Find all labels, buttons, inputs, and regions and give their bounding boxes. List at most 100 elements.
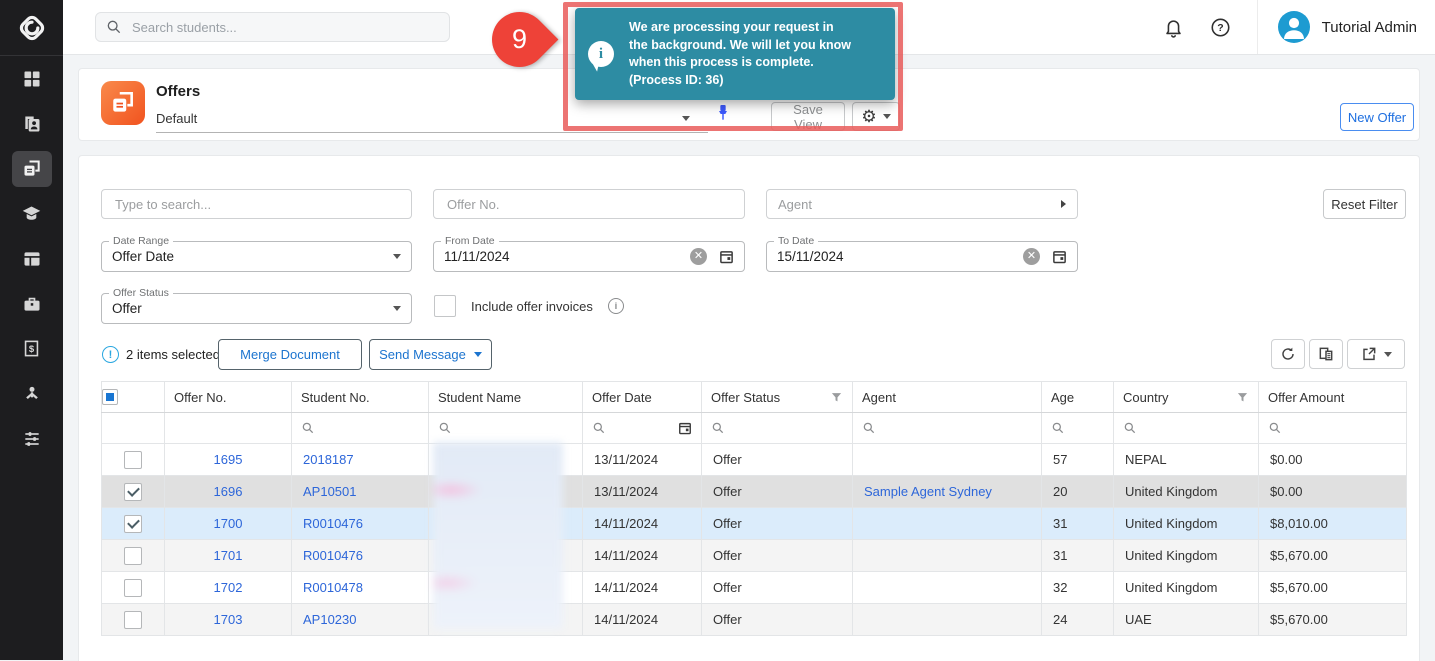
column-header-student-name[interactable]: Student Name [429,382,583,413]
student-no-link[interactable]: R0010478 [303,580,363,595]
clear-date-icon[interactable]: ✕ [1023,248,1040,265]
cell-select[interactable] [102,604,165,636]
cell-select[interactable] [102,572,165,604]
offer-no-link[interactable]: 1695 [214,452,243,467]
student-no-link[interactable]: R0010476 [303,548,363,563]
filter-cell-student-name[interactable] [429,413,583,444]
cell-offer-status: Offer [702,508,853,540]
filter-funnel-icon[interactable] [830,391,843,404]
sidebar-item-jobs[interactable] [0,281,63,326]
agent-dropdown[interactable]: Agent [766,189,1078,219]
help-icon[interactable]: ? [1210,17,1231,38]
column-header-offer-amount[interactable]: Offer Amount [1259,382,1407,413]
column-header-offer-no-[interactable]: Offer No. [165,382,292,413]
row-checkbox[interactable] [124,483,142,501]
student-no-link[interactable]: 2018187 [303,452,354,467]
filter-funnel-icon[interactable] [1236,391,1249,404]
grid-search-input[interactable] [113,196,400,213]
cell-select[interactable] [102,444,165,476]
user-name[interactable]: Tutorial Admin [1322,19,1417,36]
new-offer-button[interactable]: New Offer [1340,103,1414,131]
calendar-icon[interactable] [1052,249,1067,264]
filter-cell-country[interactable] [1114,413,1259,444]
sidebar-item-offers[interactable] [0,146,63,191]
cell-offer-date: 13/11/2024 [583,476,702,508]
view-selector[interactable]: Default [156,105,708,133]
cell-country: United Kingdom [1114,572,1259,604]
merge-document-button[interactable]: Merge Document [218,339,362,370]
offer-no-input[interactable] [445,196,733,213]
save-view-button[interactable]: Save View [771,102,845,131]
agent-link[interactable]: Sample Agent Sydney [864,484,992,499]
grid-search-field[interactable] [101,189,412,219]
export-button[interactable] [1347,339,1405,369]
filter-cell-student-no-[interactable] [292,413,429,444]
column-chooser-button[interactable] [1309,339,1343,369]
sidebar-item-invoices[interactable]: $ [0,326,63,371]
from-date-field[interactable]: From Date 11/11/2024 ✕ [433,241,745,272]
cell-select[interactable] [102,476,165,508]
app-logo[interactable] [0,0,63,56]
global-search[interactable] [95,12,450,42]
refresh-button[interactable] [1271,339,1305,369]
include-invoices-checkbox[interactable] [434,295,456,317]
filter-cell-offer-amount[interactable] [1259,413,1407,444]
student-no-link[interactable]: AP10501 [303,484,357,499]
send-message-button[interactable]: Send Message [369,339,492,370]
select-all-header[interactable] [102,382,165,413]
view-settings-button[interactable]: ⚙ [852,102,900,131]
filter-cell-select[interactable] [102,413,165,444]
offer-no-link[interactable]: 1700 [214,516,243,531]
date-range-select[interactable]: Date Range Offer Date [101,241,412,272]
sidebar-item-dashboard[interactable] [0,56,63,101]
offer-no-field[interactable] [433,189,745,219]
sidebar-item-agents[interactable] [0,371,63,416]
cell-select[interactable] [102,508,165,540]
cell-offer-amount: $5,670.00 [1259,604,1407,636]
offer-no-link[interactable]: 1702 [214,580,243,595]
column-header-student-no-[interactable]: Student No. [292,382,429,413]
row-checkbox[interactable] [124,579,142,597]
row-checkbox[interactable] [124,547,142,565]
to-date-field[interactable]: To Date 15/11/2024 ✕ [766,241,1078,272]
cell-select[interactable] [102,540,165,572]
sidebar-item-applications[interactable] [0,236,63,281]
filter-cell-offer-date[interactable] [583,413,702,444]
offer-no-link[interactable]: 1703 [214,612,243,627]
reset-filter-button[interactable]: Reset Filter [1323,189,1406,219]
row-checkbox[interactable] [124,451,142,469]
chevron-down-icon [1384,352,1392,357]
cell-offer-no: 1696 [165,476,292,508]
pin-view-icon[interactable] [715,103,731,126]
column-header-agent[interactable]: Agent [853,382,1042,413]
notifications-bell-icon[interactable] [1163,17,1184,38]
calendar-icon[interactable] [719,249,734,264]
sidebar-item-courses[interactable] [0,191,63,236]
search-input[interactable] [130,19,439,36]
info-icon[interactable]: i [608,298,624,314]
sidebar-item-settings[interactable] [0,416,63,461]
filter-cell-offer-status[interactable] [702,413,853,444]
column-header-age[interactable]: Age [1042,382,1114,413]
column-header-country[interactable]: Country [1114,382,1259,413]
offer-no-link[interactable]: 1701 [214,548,243,563]
calendar-icon[interactable] [678,421,692,435]
offer-no-link[interactable]: 1696 [214,484,243,499]
select-all-checkbox[interactable] [102,389,118,405]
offer-status-select[interactable]: Offer Status Offer [101,293,412,324]
column-header-offer-date[interactable]: Offer Date [583,382,702,413]
sidebar-item-students[interactable] [0,101,63,146]
toast-message: We are processing your request in the ba… [629,19,851,89]
row-checkbox[interactable] [124,611,142,629]
column-header-offer-status[interactable]: Offer Status [702,382,853,413]
row-checkbox[interactable] [124,515,142,533]
user-avatar[interactable] [1278,11,1310,43]
cell-student-name [429,572,583,604]
student-no-link[interactable]: AP10230 [303,612,357,627]
clear-date-icon[interactable]: ✕ [690,248,707,265]
filter-cell-offer-no-[interactable] [165,413,292,444]
student-no-link[interactable]: R0010476 [303,516,363,531]
processing-toast: i We are processing your request in the … [575,8,895,100]
filter-cell-agent[interactable] [853,413,1042,444]
filter-cell-age[interactable] [1042,413,1114,444]
